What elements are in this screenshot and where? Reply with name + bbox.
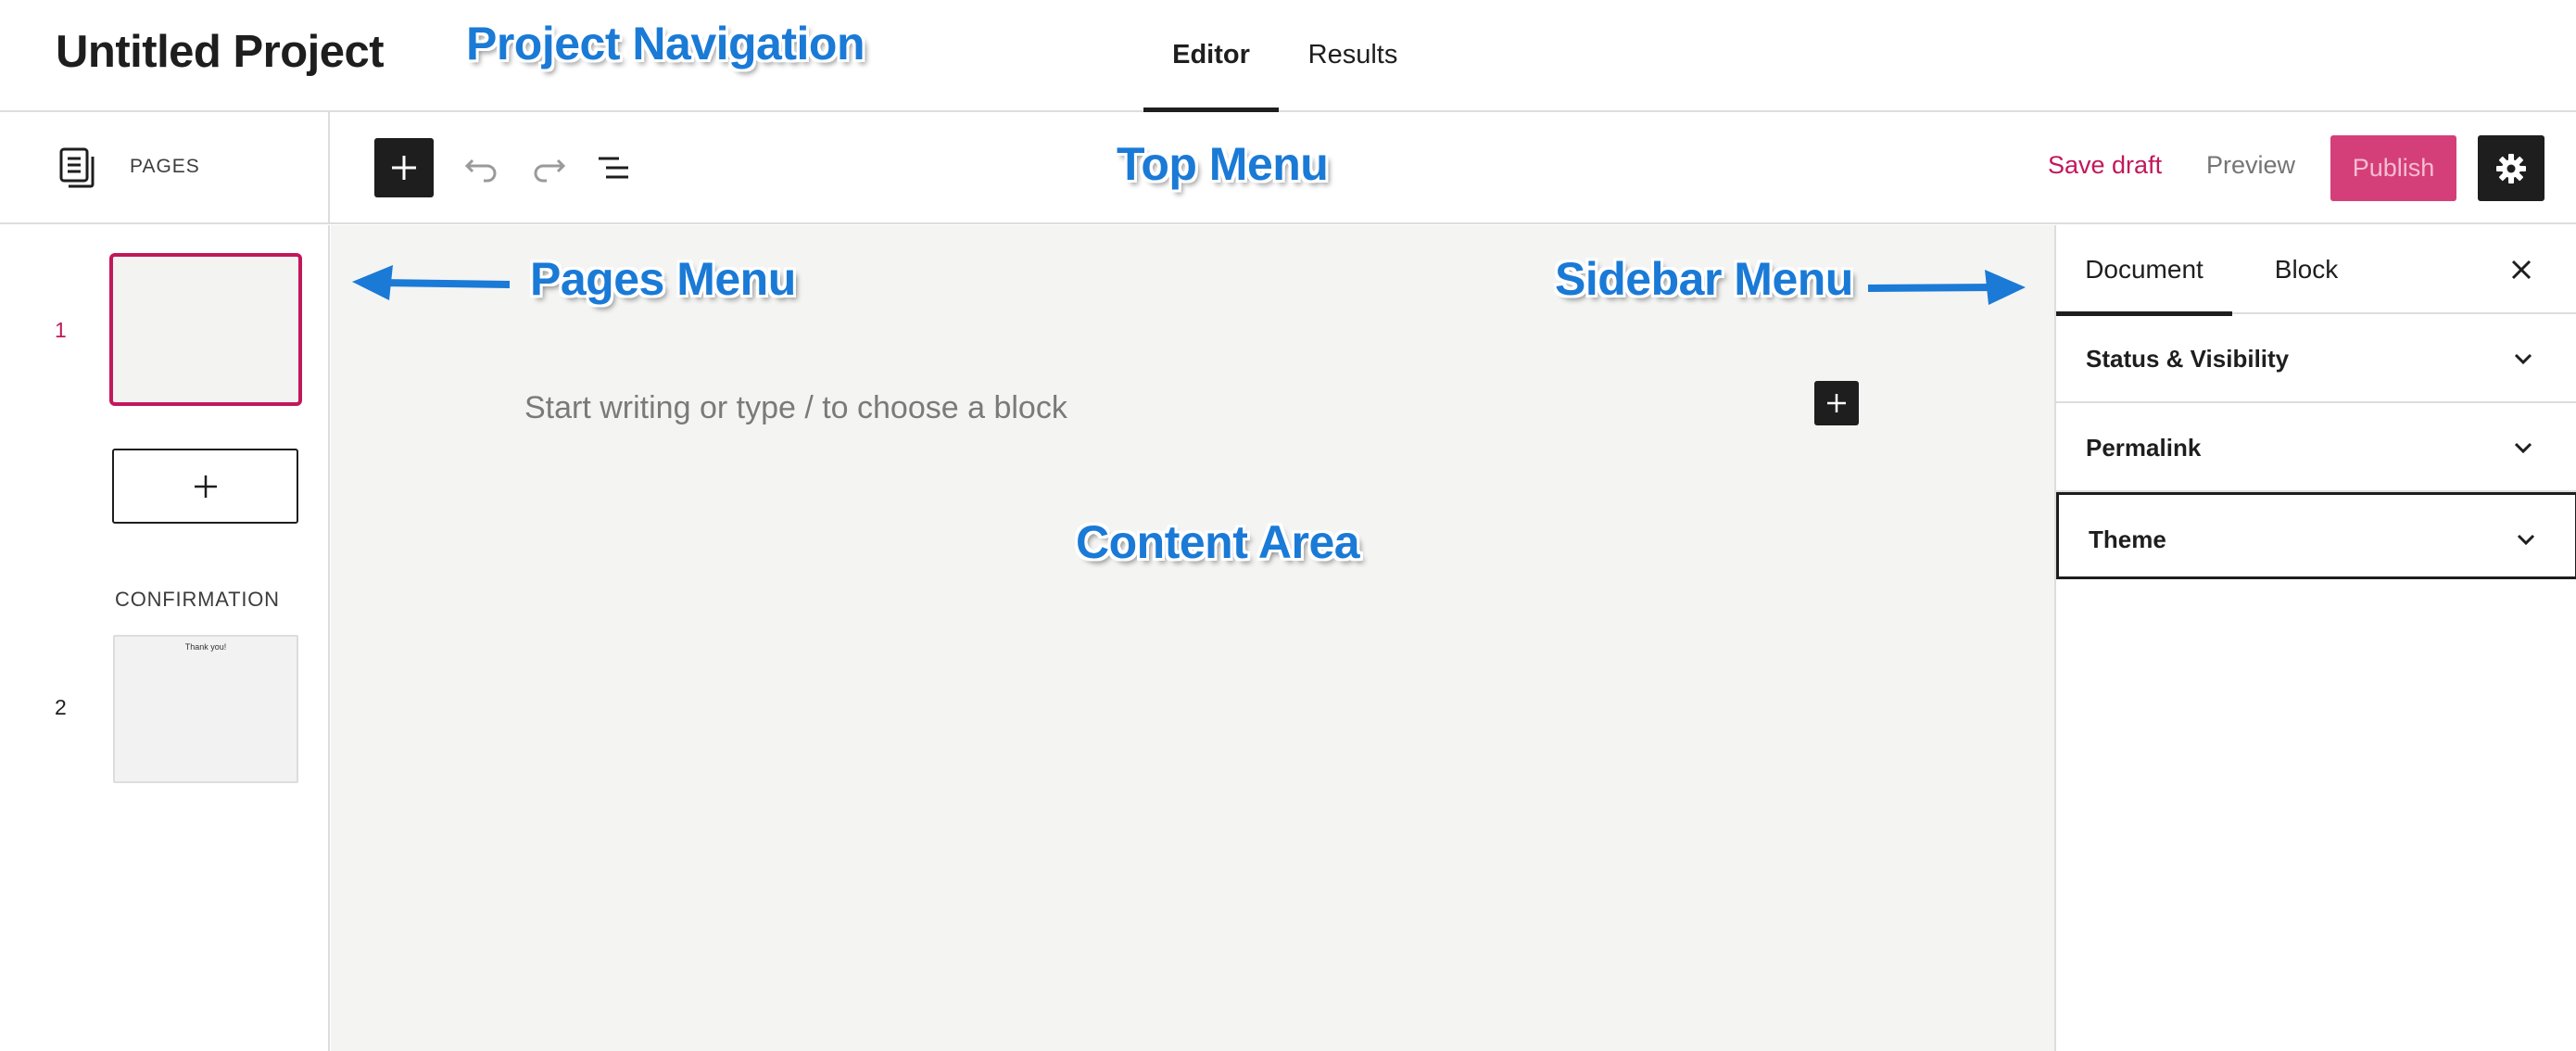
tab-editor[interactable]: Editor <box>1143 0 1279 112</box>
panel-theme[interactable]: Theme <box>2056 492 2576 579</box>
pages-label: PAGES <box>130 156 200 177</box>
undo-icon[interactable] <box>460 146 504 190</box>
panel-status-visibility[interactable]: Status & Visibility <box>2056 314 2576 403</box>
preview-button[interactable]: Preview <box>2206 151 2295 180</box>
tab-results[interactable]: Results <box>1288 0 1418 110</box>
publish-button[interactable]: Publish <box>2330 135 2456 201</box>
pages-panel: 1 CONFIRMATION 2 Thank you! <box>0 225 330 1051</box>
sidebar-tabs: Document Block <box>2056 225 2576 316</box>
top-toolbar: Save draft Preview Publish <box>330 112 2576 224</box>
list-view-icon[interactable] <box>593 146 638 190</box>
tab-block[interactable]: Block <box>2241 225 2371 314</box>
annotation-content-area: Content Area <box>1076 516 1360 568</box>
chevron-down-icon <box>2514 353 2532 365</box>
block-placeholder[interactable]: Start writing or type / to choose a bloc… <box>524 390 1067 426</box>
page-number: 1 <box>55 318 67 342</box>
arrow-left-icon <box>352 265 511 300</box>
settings-button[interactable] <box>2478 135 2544 201</box>
chevron-down-icon <box>2514 442 2532 454</box>
plus-icon <box>1827 394 1846 412</box>
annotation-project-navigation: Project Navigation <box>466 18 865 70</box>
project-title: Untitled Project <box>56 27 385 77</box>
page-thumbnail-2[interactable]: Thank you! <box>113 635 298 783</box>
add-block-button[interactable] <box>374 138 434 197</box>
add-page-button[interactable] <box>112 449 298 524</box>
pages-icon[interactable] <box>59 147 98 188</box>
panel-permalink[interactable]: Permalink <box>2056 403 2576 492</box>
pages-header: PAGES <box>0 112 330 224</box>
plus-icon <box>194 475 217 498</box>
inline-add-block-button[interactable] <box>1814 381 1859 425</box>
project-header: Untitled Project Editor Results <box>0 0 2576 112</box>
close-icon[interactable] <box>2499 247 2544 292</box>
plus-icon <box>392 156 416 180</box>
gear-icon <box>2496 153 2526 184</box>
redo-icon[interactable] <box>526 146 571 190</box>
thumbnail-text: Thank you! <box>184 642 227 652</box>
page-number: 2 <box>55 695 67 719</box>
settings-sidebar: Document Block Status & Visibility Perma… <box>2054 225 2576 1051</box>
panel-label: Status & Visibility <box>2086 345 2290 373</box>
content-area[interactable]: Start writing or type / to choose a bloc… <box>331 225 2054 1051</box>
confirmation-section-label: CONFIRMATION <box>115 588 280 611</box>
annotation-sidebar-menu: Sidebar Menu <box>1555 253 1853 305</box>
arrow-right-icon <box>1867 270 2026 305</box>
page-thumbnail-1[interactable] <box>109 253 302 406</box>
panel-label: Permalink <box>2086 434 2202 462</box>
tab-document[interactable]: Document <box>2056 225 2232 316</box>
annotation-top-menu: Top Menu <box>1117 138 1329 190</box>
chevron-down-icon <box>2517 534 2535 546</box>
save-draft-button[interactable]: Save draft <box>2048 151 2162 180</box>
panel-label: Theme <box>2089 526 2166 553</box>
annotation-pages-menu: Pages Menu <box>530 253 796 305</box>
